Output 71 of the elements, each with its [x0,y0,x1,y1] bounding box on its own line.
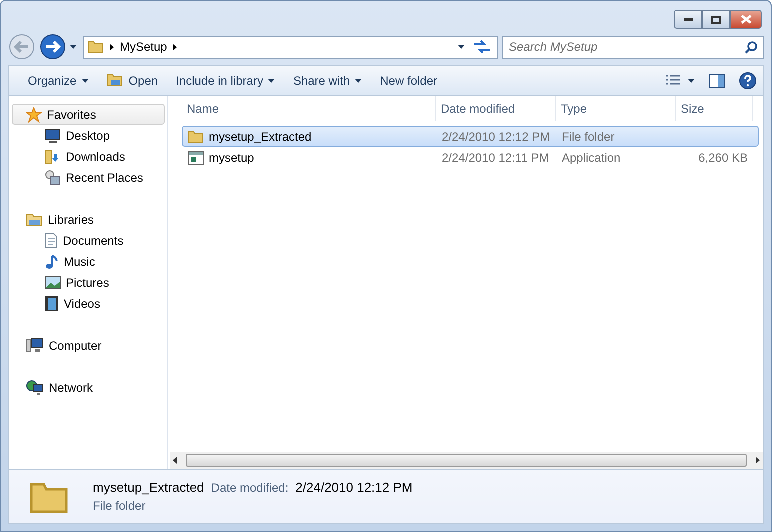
film-icon [45,296,59,312]
open-folder-icon [106,73,124,88]
recent-pages-caret-icon [70,45,77,49]
music-note-icon [45,254,59,270]
minimize-icon [684,18,692,21]
maximize-icon [711,16,721,24]
minimize-button[interactable] [674,10,702,29]
details-date-value: 2/24/2010 12:12 PM [296,480,413,495]
dropdown-caret-icon [268,78,276,82]
column-header[interactable]: Date modified [436,96,556,121]
sidebar-item[interactable]: Videos [12,293,165,314]
dropdown-caret-icon [82,78,89,82]
breadcrumb[interactable]: MySetup [120,40,168,54]
refresh-icon[interactable] [471,38,493,56]
dropdown-caret-icon [355,78,362,82]
view-options-icon[interactable] [665,74,695,88]
file-name: mysetup_Extracted [209,130,312,144]
search-field[interactable]: Search MySetup [502,36,764,58]
file-name: mysetup [209,150,254,164]
star-icon [26,106,42,122]
document-icon [45,232,58,248]
date-cell-text: 2/24/2010 12:12 PM [441,130,552,144]
folder-arrow-icon [45,148,61,164]
type-cell-text: Application [561,150,622,164]
close-button[interactable] [730,10,762,29]
computer-icon [26,338,44,354]
folder-icon [88,39,104,55]
details-date-label: Date modified: [211,481,289,495]
chevron-right-icon [110,44,114,50]
column-header[interactable]: Size [676,96,753,121]
toolbar-button[interactable]: Share with [284,70,372,90]
column-header[interactable]: Type [556,96,676,121]
sidebar-item[interactable]: Music [12,251,165,272]
preview-pane-icon[interactable] [709,74,725,88]
size-cell-text: 6,260 KB [698,150,749,164]
sidebar-item[interactable]: Computer [12,335,165,356]
horizontal-scrollbar[interactable] [170,452,763,469]
toolbar-button[interactable]: Open [98,70,168,91]
sidebar-item[interactable]: Downloads [12,146,165,167]
address-dropdown-icon [458,45,465,49]
file-row[interactable]: mysetup_Extracted 2/24/2010 12:12 PM File folder [182,126,759,147]
network-globe-icon [26,380,44,396]
toolbar-button[interactable]: New folder [371,70,446,90]
sidebar-item[interactable]: Recent Places [12,167,165,188]
toolbar-button[interactable]: Organize [19,70,98,90]
maximize-button[interactable] [702,10,730,29]
chevron-right-icon [173,44,178,50]
monitor-icon [45,128,61,142]
toolbar-button[interactable]: Include in library [167,70,284,90]
scrollbar-thumb[interactable] [186,454,747,467]
help-icon[interactable] [739,72,757,90]
application-window-icon [188,150,204,164]
details-file-type: File folder [93,499,147,513]
picture-icon [45,276,61,289]
sidebar-item[interactable]: Favorites [12,104,165,125]
column-header[interactable]: Name [182,96,436,121]
date-cell-text: 2/24/2010 12:11 PM [441,150,550,164]
sidebar-item[interactable]: Documents [12,230,165,251]
folder-icon [188,128,204,144]
library-folder-icon [26,212,43,228]
sidebar-item[interactable]: Desktop [12,125,165,146]
sidebar-item[interactable]: Pictures [12,272,165,293]
sidebar-item[interactable]: Network [12,377,165,398]
details-file-name: mysetup_Extracted [93,480,204,495]
file-row[interactable]: mysetup 2/24/2010 12:11 PM Application 6,260 KB [182,147,759,168]
address-bar[interactable]: MySetup [83,36,498,58]
type-cell-text: File folder [561,130,616,144]
search-icon [745,40,758,54]
forward-button[interactable] [40,34,66,60]
sidebar-item[interactable]: Libraries [12,209,165,230]
close-icon [740,15,752,24]
